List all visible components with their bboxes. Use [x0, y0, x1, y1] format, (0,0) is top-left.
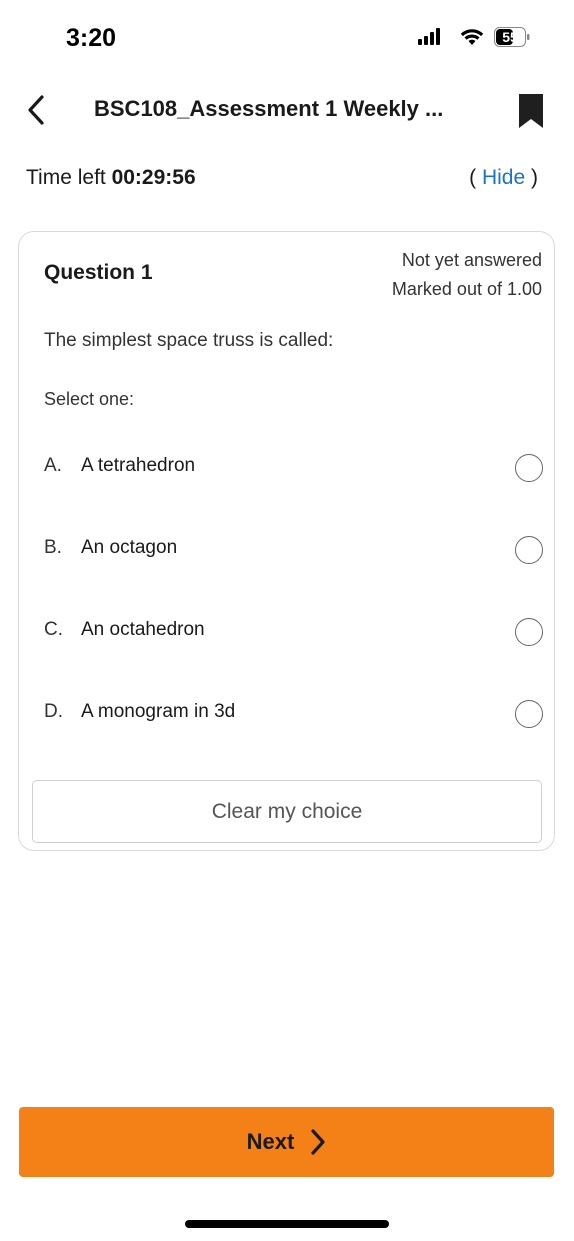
- option-text: A tetrahedron: [81, 455, 196, 476]
- hide-link[interactable]: Hide: [482, 166, 525, 189]
- marks-info: Marked out of 1.00: [391, 279, 542, 299]
- option-c[interactable]: C. An octahedron: [31, 605, 543, 661]
- option-text: An octahedron: [81, 619, 205, 640]
- app-header: BSC108_Assessment 1 Weekly ...: [0, 80, 574, 144]
- option-d-radio[interactable]: [515, 700, 543, 728]
- option-c-radio[interactable]: [515, 618, 543, 646]
- option-letter: A.: [44, 455, 62, 476]
- question-status: Not yet answered Marked out of 1.00: [392, 246, 542, 304]
- next-label: Next: [246, 1129, 295, 1154]
- option-d[interactable]: D. A monogram in 3d: [31, 687, 543, 743]
- back-button[interactable]: [24, 94, 48, 126]
- question-card: Question 1 Not yet answered Marked out o…: [18, 231, 555, 851]
- option-b-radio[interactable]: [515, 536, 543, 564]
- bookmark-icon: [519, 94, 543, 128]
- page-title: BSC108_Assessment 1 Weekly ...: [94, 96, 444, 121]
- option-a-radio[interactable]: [515, 454, 543, 482]
- timer-label: Time left: [26, 166, 106, 189]
- hide-open-paren: (: [469, 166, 477, 189]
- chevron-right-icon: [311, 1129, 325, 1155]
- option-letter: C.: [44, 619, 63, 640]
- option-text: A monogram in 3d: [81, 701, 236, 722]
- chevron-left-icon: [28, 95, 44, 125]
- status-bar: 3:20 55: [0, 0, 574, 80]
- wifi-icon: [460, 29, 484, 45]
- option-letter: B.: [44, 537, 62, 558]
- next-button[interactable]: Next: [19, 1107, 554, 1177]
- signal-icon: [418, 28, 440, 45]
- question-number: Question 1: [44, 261, 153, 284]
- battery-level: 55: [502, 29, 518, 45]
- home-indicator[interactable]: [185, 1220, 389, 1228]
- bookmark-button[interactable]: [517, 92, 545, 130]
- hide-toggle: ( Hide ): [469, 166, 538, 190]
- option-text: An octagon: [81, 537, 178, 558]
- answer-status: Not yet answered: [401, 250, 542, 270]
- option-b[interactable]: B. An octagon: [31, 523, 543, 579]
- timer-value: 00:29:56: [111, 166, 196, 189]
- question-text: The simplest space truss is called:: [44, 330, 334, 351]
- option-a[interactable]: A. A tetrahedron: [31, 441, 543, 497]
- hide-close-paren: ): [531, 166, 538, 189]
- select-instruction: Select one:: [44, 389, 135, 409]
- clear-choice-button[interactable]: Clear my choice: [32, 780, 542, 843]
- battery-icon: 55: [494, 27, 530, 47]
- option-letter: D.: [44, 701, 63, 722]
- timer-row: Time left 00:29:56 ( Hide ): [26, 166, 548, 198]
- status-time: 3:20: [66, 24, 117, 52]
